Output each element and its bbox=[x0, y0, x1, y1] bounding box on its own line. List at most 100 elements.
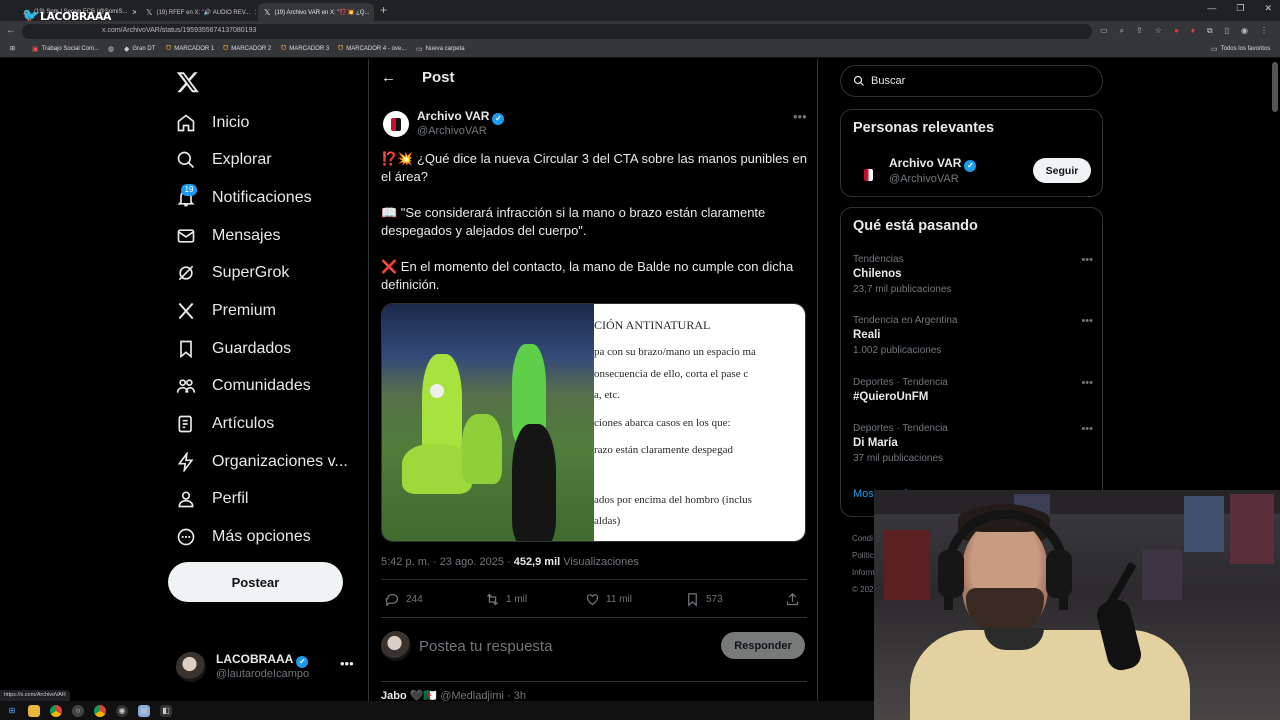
profile-icon[interactable]: ◉ bbox=[1241, 26, 1248, 36]
follow-button[interactable]: Seguir bbox=[1033, 158, 1091, 183]
more-dots-icon[interactable]: ••• bbox=[1081, 315, 1093, 327]
footer-link[interactable]: Inform bbox=[852, 564, 875, 581]
new-tab-button[interactable]: + bbox=[380, 3, 387, 17]
bookmark-item[interactable]: ◍ bbox=[108, 45, 114, 53]
sidebar-item-inicio[interactable]: Inicio bbox=[176, 110, 249, 136]
bookmark-icon bbox=[180, 340, 192, 359]
bookmark-item[interactable]: ▣ Trabajo Social Com... bbox=[32, 45, 99, 53]
browser-toolbar-icons: ▭ ⌕ ⇪ ☆ ● ♦ ⧉ ▯ ◉ ⋮ bbox=[1100, 26, 1268, 36]
mail-icon bbox=[177, 229, 195, 243]
sidebar-item-articulos[interactable]: Artículos bbox=[176, 411, 274, 437]
puzzle-icon[interactable]: ⧉ bbox=[1207, 26, 1213, 36]
sidebar-icon[interactable]: ▯ bbox=[1225, 26, 1229, 36]
bookmark-item[interactable]: Ʊ MARCADOR 4 - ove... bbox=[338, 45, 406, 52]
archivo-var-avatar[interactable] bbox=[855, 162, 881, 188]
share-icon[interactable]: ⇪ bbox=[1136, 26, 1143, 36]
close-tab-icon[interactable]: ✕ bbox=[131, 8, 136, 17]
sidebar-item-comunidades[interactable]: Comunidades bbox=[176, 373, 311, 399]
app-icon[interactable]: ◧ bbox=[160, 704, 172, 717]
more-dots-icon[interactable]: ••• bbox=[793, 109, 807, 124]
reply-button[interactable]: 244 bbox=[385, 592, 485, 607]
app-icon[interactable]: ▤ bbox=[138, 704, 150, 717]
sidebar-item-mensajes[interactable]: Mensajes bbox=[176, 223, 280, 249]
author-name[interactable]: Archivo VAR ✓ bbox=[417, 109, 505, 125]
obs-icon[interactable]: ◉ bbox=[116, 704, 128, 717]
app-icon[interactable]: ○ bbox=[72, 704, 84, 717]
trend-item[interactable]: Deportes · Tendencia Di María 37 mil pub… bbox=[853, 423, 1093, 464]
post-timestamp[interactable]: 5:42 p. m. · 23 ago. 2025 · bbox=[381, 556, 511, 568]
apps-icon[interactable]: ⊞ bbox=[10, 45, 15, 52]
repost-button[interactable]: 1 mil bbox=[485, 592, 585, 607]
match-photo[interactable] bbox=[382, 304, 594, 541]
search-icon bbox=[177, 151, 195, 169]
close-tab-icon[interactable]: ✕ bbox=[254, 8, 256, 17]
footer-link[interactable]: Polític bbox=[852, 547, 875, 564]
trend-item[interactable]: Deportes · Tendencia #QuieroUnFM ••• bbox=[853, 377, 1093, 403]
all-bookmarks[interactable]: ▭ Todos los favoritos bbox=[1211, 45, 1270, 53]
card-title: Personas relevantes bbox=[853, 120, 995, 136]
browser-tab[interactable]: 𝕏(19) RFEF en X: "🔊 AUDIO REV...✕ bbox=[140, 3, 256, 21]
cast-icon[interactable]: ▭ bbox=[1100, 26, 1108, 36]
sidebar-item-mas-opciones[interactable]: Más opciones bbox=[176, 524, 311, 550]
sidebar-item-supergrok[interactable]: SuperGrok bbox=[176, 260, 289, 286]
account-name: LACOBRAAA ✓ bbox=[216, 652, 309, 668]
more-dots-icon[interactable]: ••• bbox=[340, 656, 354, 671]
bookmark-label: MARCADOR 1 bbox=[174, 45, 215, 52]
back-arrow-icon[interactable]: ← bbox=[6, 25, 16, 36]
bookmark-item[interactable]: Ʊ MARCADOR 3 bbox=[281, 45, 329, 52]
reply-input[interactable]: Postea tu respuesta bbox=[419, 638, 552, 655]
bookmark-label: Gran DT bbox=[132, 46, 156, 52]
bookmarks-bar: ⊞ ▣ Trabajo Social Com... ◍ ◆ Gran DT Ʊ MAR… bbox=[0, 41, 1280, 58]
extension-icon[interactable]: ● bbox=[1174, 26, 1179, 36]
zoom-icon[interactable]: ⌕ bbox=[1120, 26, 1124, 36]
lightning-icon bbox=[177, 452, 194, 472]
author-avatar[interactable] bbox=[383, 111, 409, 137]
relevant-person-name[interactable]: Archivo VAR ✓ bbox=[889, 156, 977, 172]
avatar bbox=[381, 631, 411, 661]
bookmark-item[interactable]: Ʊ MARCADOR 2 bbox=[223, 45, 271, 52]
trend-item[interactable]: Tendencia en Argentina Reali 1.002 publi… bbox=[853, 315, 1093, 356]
star-icon[interactable]: ☆ bbox=[1155, 26, 1162, 36]
sidebar-item-premium[interactable]: Premium bbox=[176, 298, 276, 324]
maximize-icon[interactable]: ❐ bbox=[1236, 3, 1244, 14]
share-button[interactable] bbox=[785, 592, 800, 607]
more-dots-icon[interactable]: ••• bbox=[1081, 254, 1093, 266]
extension-icon[interactable]: ♦ bbox=[1191, 26, 1195, 36]
sidebar-item-guardados[interactable]: Guardados bbox=[176, 336, 291, 362]
back-arrow-icon[interactable]: ← bbox=[381, 69, 396, 86]
reply-submit-button[interactable]: Responder bbox=[721, 632, 805, 659]
chrome-icon[interactable] bbox=[94, 704, 106, 717]
footer-link[interactable]: Condi bbox=[852, 530, 875, 547]
browser-tab-active[interactable]: 𝕏(19) Archivo VAR en X: "⁉️💥 ¿Q...✕ bbox=[258, 3, 374, 21]
search-input[interactable]: Buscar bbox=[840, 65, 1103, 97]
scrollbar-thumb[interactable] bbox=[1272, 62, 1278, 112]
post-actions: 244 1 mil 11 mil 573 bbox=[385, 592, 805, 607]
sidebar-item-organizaciones[interactable]: Organizaciones v... bbox=[176, 449, 348, 475]
post-media[interactable]: CIÓN ANTINATURAL pa con su brazo/mano un… bbox=[381, 303, 806, 542]
trend-item[interactable]: Tendencias Chilenos 23,7 mil publicacion… bbox=[853, 254, 1093, 295]
regulation-document[interactable]: CIÓN ANTINATURAL pa con su brazo/mano un… bbox=[594, 304, 805, 541]
sidebar-item-perfil[interactable]: Perfil bbox=[176, 486, 248, 512]
bookmark-item[interactable]: Ʊ MARCADOR 1 bbox=[166, 45, 214, 52]
bookmark-button[interactable]: 573 bbox=[685, 592, 785, 607]
card-title: Qué está pasando bbox=[853, 218, 978, 234]
file-explorer-icon[interactable] bbox=[28, 704, 40, 717]
x-logo-icon[interactable] bbox=[176, 70, 200, 94]
chrome-icon[interactable] bbox=[50, 704, 62, 717]
post-button[interactable]: Postear bbox=[168, 562, 343, 602]
minimize-icon[interactable]: — bbox=[1207, 3, 1216, 14]
author-handle[interactable]: @ArchivoVAR bbox=[417, 125, 487, 137]
relevant-person-handle[interactable]: @ArchivoVAR bbox=[889, 173, 959, 185]
like-button[interactable]: 11 mil bbox=[585, 592, 685, 607]
more-dots-icon[interactable]: ••• bbox=[1081, 423, 1093, 435]
bookmark-item[interactable]: ◆ Gran DT bbox=[124, 45, 155, 53]
account-switcher[interactable]: LACOBRAAA ✓ @lautarodeIcampo ••• bbox=[176, 650, 356, 686]
sidebar-item-explorar[interactable]: Explorar bbox=[176, 147, 272, 173]
more-dots-icon[interactable]: ••• bbox=[1081, 377, 1093, 389]
url-field[interactable]: x.com/ArchivoVAR/status/1959355674137080… bbox=[22, 24, 1092, 39]
close-window-icon[interactable]: ✕ bbox=[1264, 3, 1272, 14]
bookmark-folder[interactable]: ▭ Nueva carpeta bbox=[416, 45, 465, 53]
menu-icon[interactable]: ⋮ bbox=[1260, 26, 1268, 36]
windows-start-icon[interactable]: ⊞ bbox=[6, 705, 18, 717]
close-tab-icon[interactable]: ✕ bbox=[373, 8, 374, 17]
